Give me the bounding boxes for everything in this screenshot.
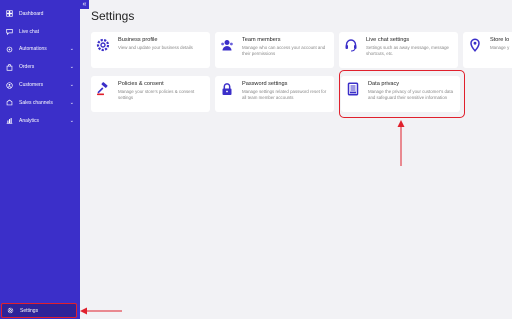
settings-card-live-chat-settings[interactable]: Live chat settings Settings such as away… — [339, 32, 458, 68]
dashboard-icon — [5, 10, 13, 18]
sidebar-item-label: Dashboard — [19, 10, 44, 17]
collapse-sidebar-button[interactable]: « — [80, 0, 89, 9]
analytics-icon — [5, 117, 13, 125]
sidebar-item-label: Analytics — [19, 117, 40, 124]
sidebar-item-customers[interactable]: Customers ⌄ — [0, 76, 80, 94]
chevron-down-icon: ⌄ — [69, 82, 74, 89]
sidebar-item-dashboard[interactable]: Dashboard — [0, 5, 80, 23]
sidebar-nav: Dashboard Live chat Automations ⌄ Orders… — [0, 5, 80, 130]
chevron-down-icon: ⌄ — [69, 117, 74, 124]
sidebar-item-sales-channels[interactable]: Sales channels ⌄ — [0, 94, 80, 112]
chevron-down-icon: ⌄ — [69, 99, 74, 106]
sidebar-item-label: Sales channels — [19, 99, 53, 106]
sidebar-item-live-chat[interactable]: Live chat — [0, 23, 80, 41]
settings-card-store-location[interactable]: Store lo Manage y — [463, 32, 512, 68]
chat-icon — [5, 28, 13, 36]
card-title: Team members — [242, 37, 281, 43]
settings-card-business-profile[interactable]: Business profile View and update your bu… — [91, 32, 210, 68]
annotation-highlight-box — [339, 70, 465, 118]
card-description: Settings such as away message, message s… — [366, 45, 449, 56]
chevron-down-icon: ⌄ — [69, 46, 74, 53]
lock-icon — [220, 82, 234, 96]
card-title: Business profile — [118, 37, 158, 43]
chevron-down-icon: ⌄ — [69, 64, 74, 71]
customers-icon — [5, 81, 13, 89]
sidebar-item-label: Automations — [19, 46, 47, 53]
card-description: Manage settings related password reset f… — [242, 89, 327, 100]
card-description: Manage y — [490, 45, 510, 50]
annotation-arrow-left — [80, 307, 122, 315]
gear-icon — [6, 307, 14, 315]
card-description: Manage who can access your account and t… — [242, 45, 326, 56]
gear-icon — [96, 38, 110, 52]
card-title: Store lo — [490, 37, 510, 43]
card-description: Manage your store's policies & consent s… — [118, 89, 195, 100]
orders-icon — [5, 63, 13, 71]
location-pin-icon — [468, 38, 482, 52]
card-title: Live chat settings — [366, 37, 410, 43]
sidebar-item-settings[interactable]: Settings — [1, 303, 77, 318]
sidebar-item-label: Live chat — [19, 28, 40, 35]
settings-card-team-members[interactable]: Team members Manage who can access your … — [215, 32, 334, 68]
sidebar-item-label: Customers — [19, 82, 44, 89]
sidebar-item-orders[interactable]: Orders ⌄ — [0, 58, 80, 76]
headset-icon — [344, 38, 358, 52]
gavel-icon — [96, 82, 110, 96]
sidebar: Dashboard Live chat Automations ⌄ Orders… — [0, 0, 80, 319]
team-icon — [220, 38, 234, 52]
settings-card-password-settings[interactable]: Password settings Manage settings relate… — [215, 76, 334, 112]
annotation-arrow-up — [397, 120, 405, 166]
sidebar-item-label: Orders — [19, 64, 35, 71]
card-title: Password settings — [242, 81, 288, 87]
sidebar-item-automations[interactable]: Automations ⌄ — [0, 41, 80, 59]
sales-channels-icon — [5, 99, 13, 107]
automation-icon — [5, 45, 13, 53]
card-title: Policies & consent — [118, 81, 164, 87]
settings-card-policies-consent[interactable]: Policies & consent Manage your store's p… — [91, 76, 210, 112]
page-title: Settings — [91, 9, 135, 23]
sidebar-item-label: Settings — [20, 307, 39, 314]
sidebar-item-analytics[interactable]: Analytics ⌄ — [0, 112, 80, 130]
card-description: View and update your business details — [118, 45, 193, 50]
